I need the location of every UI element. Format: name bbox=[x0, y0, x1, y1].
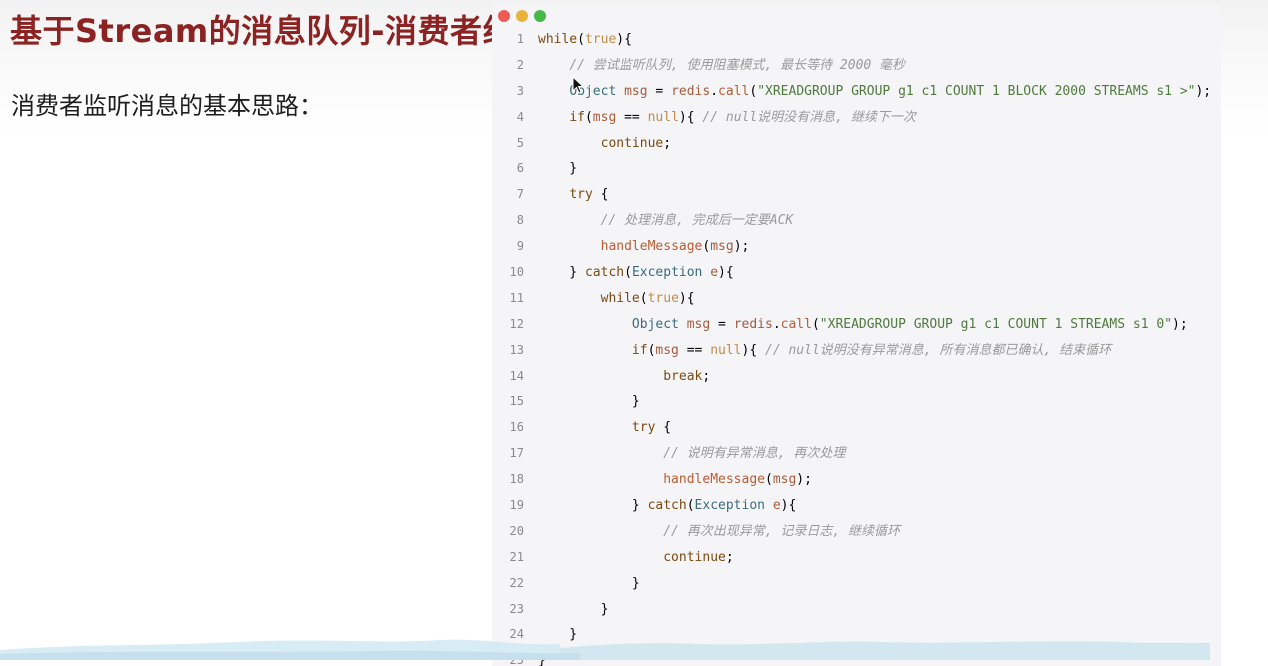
code-comment: // 说明有异常消息, 再次处理 bbox=[663, 446, 846, 462]
minimize-dot-icon[interactable] bbox=[516, 10, 528, 22]
code-text: // 说明有异常消息, 再次处理 bbox=[538, 441, 845, 467]
code-line: 18 handleMessage(msg); bbox=[492, 467, 1221, 493]
code-block: 1 while(true){ 2 // 尝试监听队列, 使用阻塞模式, 最长等待 2… bbox=[492, 27, 1221, 666]
line-number: 13 bbox=[509, 342, 524, 357]
code-line: 3 Object msg = redis.call("XREADGROUP GR… bbox=[492, 79, 1221, 105]
line-number: 5 bbox=[516, 135, 524, 150]
line-number: 15 bbox=[509, 394, 524, 409]
mouse-pointer-icon bbox=[572, 76, 584, 94]
code-line: 15 } bbox=[492, 389, 1221, 415]
code-line: 20 // 再次出现异常, 记录日志, 继续循环 bbox=[492, 519, 1221, 545]
code-text: if(msg == null){ // null说明没有消息, 继续下一次 bbox=[569, 109, 916, 125]
slide-subtitle: 消费者监听消息的基本思路： bbox=[11, 92, 323, 120]
code-line: 22 } bbox=[492, 571, 1221, 597]
code-text: // 尝试监听队列, 使用阻塞模式, 最长等待 2000 毫秒 bbox=[538, 53, 905, 79]
code-comment: // 尝试监听队列, 使用阻塞模式, 最长等待 2000 毫秒 bbox=[569, 57, 906, 73]
maximize-dot-icon[interactable] bbox=[534, 10, 546, 22]
code-text: handleMessage(msg); bbox=[600, 239, 750, 255]
line-number: 20 bbox=[509, 523, 524, 538]
code-line: 8 // 处理消息, 完成后一定要ACK bbox=[492, 208, 1221, 234]
code-window: 1 while(true){ 2 // 尝试监听队列, 使用阻塞模式, 最长等待 2… bbox=[492, 6, 1221, 666]
code-line: 6 } bbox=[492, 156, 1221, 182]
code-text: try { bbox=[631, 420, 672, 436]
code-text: handleMessage(msg); bbox=[663, 472, 812, 488]
code-text: } bbox=[538, 575, 640, 591]
code-text: // 处理消息, 完成后一定要ACK bbox=[538, 208, 794, 234]
code-line: 16 try { bbox=[492, 415, 1221, 441]
window-controls bbox=[498, 10, 546, 22]
line-number: 22 bbox=[509, 575, 524, 590]
code-comment: // 处理消息, 完成后一定要ACK bbox=[600, 213, 794, 229]
code-text: } catch(Exception e){ bbox=[538, 498, 797, 514]
code-line: 4 if(msg == null){ // null说明没有消息, 继续下一次 bbox=[492, 105, 1221, 131]
code-line: 23 } bbox=[492, 597, 1221, 623]
code-line: 1 while(true){ bbox=[492, 27, 1221, 53]
line-number: 18 bbox=[509, 472, 524, 487]
code-text: while(true){ bbox=[538, 32, 632, 47]
line-number: 9 bbox=[516, 239, 524, 254]
code-line: 13 if(msg == null){ // null说明没有异常消息, 所有消… bbox=[492, 338, 1221, 364]
line-number: 2 bbox=[516, 57, 524, 72]
code-text: break; bbox=[663, 368, 711, 384]
code-text: } catch(Exception e){ bbox=[538, 265, 734, 281]
code-line: 21 continue; bbox=[492, 545, 1221, 571]
line-number: 3 bbox=[516, 83, 524, 98]
line-number: 12 bbox=[509, 316, 524, 331]
line-number: 11 bbox=[509, 290, 524, 305]
code-line: 9 handleMessage(msg); bbox=[492, 234, 1221, 260]
line-number: 6 bbox=[516, 161, 524, 176]
code-line: 19 } catch(Exception e){ bbox=[492, 493, 1221, 519]
line-number: 19 bbox=[509, 498, 524, 513]
code-text: continue; bbox=[663, 549, 734, 565]
line-number: 4 bbox=[516, 109, 524, 124]
line-number: 21 bbox=[509, 549, 524, 564]
code-line: 11 while(true){ bbox=[492, 286, 1221, 312]
code-text: Object msg = redis.call("XREADGROUP GROU… bbox=[569, 83, 1212, 99]
code-comment: // null说明没有消息, 继续下一次 bbox=[702, 109, 916, 125]
code-line: 12 Object msg = redis.call("XREADGROUP G… bbox=[492, 312, 1221, 338]
code-line: 7 try { bbox=[492, 182, 1221, 208]
code-text: while(true){ bbox=[600, 290, 695, 306]
line-number: 16 bbox=[509, 420, 524, 435]
line-number: 10 bbox=[509, 265, 524, 280]
code-line: 2 // 尝试监听队列, 使用阻塞模式, 最长等待 2000 毫秒 bbox=[492, 53, 1221, 79]
code-text: } bbox=[538, 394, 640, 410]
code-line: 10 } catch(Exception e){ bbox=[492, 260, 1221, 286]
close-dot-icon[interactable] bbox=[498, 10, 510, 22]
code-text: continue; bbox=[600, 135, 672, 151]
code-line: 5 continue; bbox=[492, 131, 1221, 157]
line-number: 1 bbox=[516, 32, 524, 46]
line-number: 7 bbox=[516, 187, 524, 202]
code-line: 14 break; bbox=[492, 364, 1221, 390]
line-number: 14 bbox=[509, 368, 524, 383]
code-comment: // 再次出现异常, 记录日志, 继续循环 bbox=[663, 523, 901, 539]
line-number: 23 bbox=[509, 601, 524, 616]
code-text: try { bbox=[569, 187, 609, 203]
decorative-wave bbox=[0, 639, 1210, 660]
code-text: // 再次出现异常, 记录日志, 继续循环 bbox=[538, 519, 900, 545]
line-number: 17 bbox=[509, 446, 524, 461]
code-text: } bbox=[538, 601, 609, 617]
code-text: Object msg = redis.call("XREADGROUP GROU… bbox=[631, 316, 1188, 332]
code-text: } bbox=[538, 161, 578, 177]
line-number: 8 bbox=[516, 213, 524, 228]
code-comment: // null说明没有异常消息, 所有消息都已确认, 结束循环 bbox=[765, 342, 1112, 358]
code-text: if(msg == null){ // null说明没有异常消息, 所有消息都已… bbox=[631, 342, 1112, 358]
code-line: 17 // 说明有异常消息, 再次处理 bbox=[492, 441, 1221, 467]
slide-title: 基于Stream的消息队列-消费者组 bbox=[10, 12, 516, 50]
